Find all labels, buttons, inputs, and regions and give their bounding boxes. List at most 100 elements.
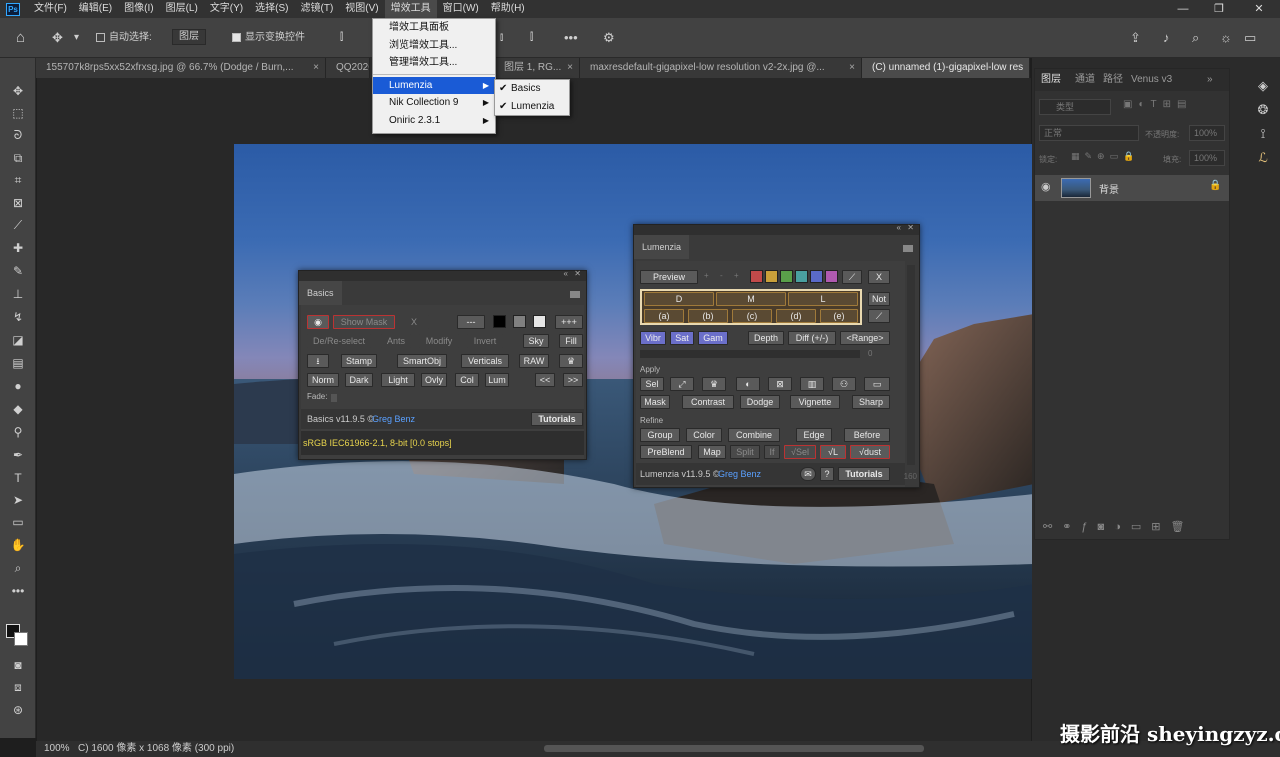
- letter-b-button[interactable]: (b): [688, 309, 728, 323]
- rectangle-tool-icon[interactable]: ▭: [8, 513, 28, 531]
- dark-button[interactable]: Dark: [345, 373, 373, 387]
- blue-swatch[interactable]: [810, 270, 823, 283]
- gam-button[interactable]: Gam: [698, 331, 728, 345]
- verticals-button[interactable]: Verticals: [461, 354, 509, 368]
- red-swatch[interactable]: [750, 270, 763, 283]
- menu-window[interactable]: 窗口(W): [437, 0, 485, 18]
- diff-button[interactable]: Diff (+/-): [788, 331, 836, 345]
- lock-icons[interactable]: ▦✎⊕▭🔒: [1071, 151, 1139, 162]
- auto-select-checkbox[interactable]: 自动选择:: [96, 18, 152, 58]
- fill-button[interactable]: Fill: [559, 334, 583, 348]
- menu-help[interactable]: 帮助(H): [485, 0, 531, 18]
- paths-icon[interactable]: ⟟: [1253, 124, 1273, 144]
- tab-document-3[interactable]: 图层 1, RG... ×: [494, 58, 580, 78]
- letter-a-button[interactable]: (a): [644, 309, 684, 323]
- smartobj-button[interactable]: SmartObj: [397, 354, 447, 368]
- range-slider[interactable]: [640, 350, 860, 358]
- align-left-icon[interactable]: ⫿: [340, 18, 343, 58]
- opacity-input[interactable]: 100%: [1189, 125, 1225, 141]
- tab-document-2[interactable]: QQ2026: [326, 58, 370, 78]
- fade-slider[interactable]: [331, 394, 337, 402]
- dodge-tool-icon[interactable]: ⚲: [8, 423, 28, 441]
- show-mask-button[interactable]: Show Mask: [333, 315, 395, 329]
- zone-m-button[interactable]: M: [716, 292, 786, 306]
- light-button[interactable]: Light: [381, 373, 415, 387]
- chevron-down-icon[interactable]: ▾: [74, 18, 79, 58]
- menu-layer[interactable]: 图层(L): [160, 0, 204, 18]
- mask-button[interactable]: Mask: [640, 395, 670, 409]
- curves-icon[interactable]: ⤢: [670, 377, 694, 391]
- kind-filter-dropdown[interactable]: 类型: [1039, 99, 1111, 115]
- bell-icon[interactable]: ♪: [1163, 18, 1170, 58]
- layers-footer-icons[interactable]: ⚯⚭ƒ◙◑▭⊞🗑: [1035, 515, 1229, 539]
- tab-paths[interactable]: 路径: [1103, 69, 1123, 91]
- ants-button[interactable]: Ants: [381, 334, 411, 348]
- eye-icon[interactable]: ◉: [1041, 180, 1051, 193]
- depth-button[interactable]: Depth: [748, 331, 784, 345]
- not-button[interactable]: Not: [868, 292, 890, 306]
- frame-tool-icon[interactable]: ⊠: [8, 194, 28, 212]
- tab-channels[interactable]: 通道: [1075, 69, 1095, 91]
- eyedropper-icon[interactable]: ⟋: [842, 270, 862, 284]
- panel-scrollbar[interactable]: [907, 265, 915, 465]
- plus-button[interactable]: +++: [555, 315, 583, 329]
- letter-e-button[interactable]: (e): [820, 309, 858, 323]
- range-button[interactable]: <Range>: [840, 331, 890, 345]
- close-icon[interactable]: ×: [567, 58, 573, 78]
- panel-menu-icon[interactable]: [903, 245, 913, 252]
- eye-icon[interactable]: ◉: [307, 315, 329, 329]
- eraser-tool-icon[interactable]: ◪: [8, 331, 28, 349]
- col-button[interactable]: Col: [455, 373, 479, 387]
- image-icon[interactable]: ⊠: [768, 377, 792, 391]
- tab-document-5[interactable]: (C) unnamed (1)-gigapixel-low res: [862, 58, 1030, 78]
- submenu-item-lumenzia[interactable]: ✔ Lumenzia: [495, 98, 569, 116]
- x-button[interactable]: X: [868, 270, 890, 284]
- sharpen-tool-icon[interactable]: ◆: [8, 400, 28, 418]
- layers-icon[interactable]: ◈: [1253, 76, 1273, 96]
- menu-item-nik-collection[interactable]: Nik Collection 9 ▶: [373, 94, 495, 112]
- quick-mask-icon[interactable]: ◙: [8, 656, 28, 674]
- workspace-icon[interactable]: ▭: [1244, 18, 1256, 58]
- check-dust-button[interactable]: √dust: [850, 445, 890, 459]
- color-button[interactable]: Color: [686, 428, 722, 442]
- edge-button[interactable]: Edge: [796, 428, 832, 442]
- tutorials-button[interactable]: Tutorials: [838, 467, 890, 481]
- zone-d-button[interactable]: D: [644, 292, 714, 306]
- black-swatch[interactable]: [493, 315, 506, 328]
- author-link[interactable]: Greg Benz: [718, 469, 761, 479]
- author-link[interactable]: Greg Benz: [372, 414, 415, 424]
- modify-button[interactable]: Modify: [419, 334, 459, 348]
- eyedropper-icon-2[interactable]: ⟋: [868, 309, 890, 323]
- arrow-down-icon[interactable]: ⭳: [307, 354, 329, 368]
- zoom-tool-icon[interactable]: ⌕: [8, 559, 28, 577]
- move-tool-icon[interactable]: ✥: [52, 18, 63, 58]
- eyedropper-tool-icon[interactable]: ⟋: [8, 216, 28, 234]
- tab-document-4[interactable]: maxresdefault-gigapixel-low resolution v…: [580, 58, 862, 78]
- tab-document-1[interactable]: 155707k8rps5xx52xfrxsg.jpg @ 66.7% (Dodg…: [36, 58, 326, 78]
- distribute-icon-2[interactable]: ⫿: [530, 18, 533, 58]
- plus-label[interactable]: +: [704, 271, 709, 280]
- chat-icon[interactable]: ✉: [800, 467, 816, 481]
- plus-label-2[interactable]: +: [734, 271, 739, 280]
- home-icon[interactable]: ⌂: [16, 18, 25, 58]
- levels-icon[interactable]: ▥: [800, 377, 824, 391]
- raw-button[interactable]: RAW: [519, 354, 549, 368]
- crop-tool-icon[interactable]: ⌗: [8, 171, 28, 189]
- menu-plugins[interactable]: 增效工具: [384, 0, 437, 18]
- close-icon[interactable]: ✕: [907, 223, 914, 232]
- collapse-icon[interactable]: «: [564, 269, 568, 278]
- object-select-tool-icon[interactable]: ⧉: [8, 149, 28, 167]
- filter-icons[interactable]: ▣◐T⊞▤: [1123, 99, 1223, 115]
- search-icon[interactable]: ⌕: [1192, 18, 1199, 58]
- check-sel-button[interactable]: √Sel: [784, 445, 816, 459]
- green-swatch[interactable]: [780, 270, 793, 283]
- letter-d-button[interactable]: (d): [776, 309, 816, 323]
- blur-tool-icon[interactable]: ●: [8, 377, 28, 395]
- panel-header[interactable]: « ✕: [634, 223, 919, 235]
- minus-label[interactable]: -: [720, 271, 723, 280]
- background-color-swatch[interactable]: [14, 632, 28, 646]
- fill-input[interactable]: 100%: [1189, 150, 1225, 166]
- hand-tool-icon[interactable]: ✋: [8, 536, 28, 554]
- help-button[interactable]: ?: [820, 467, 834, 481]
- auto-select-dropdown[interactable]: 图层: [172, 18, 206, 58]
